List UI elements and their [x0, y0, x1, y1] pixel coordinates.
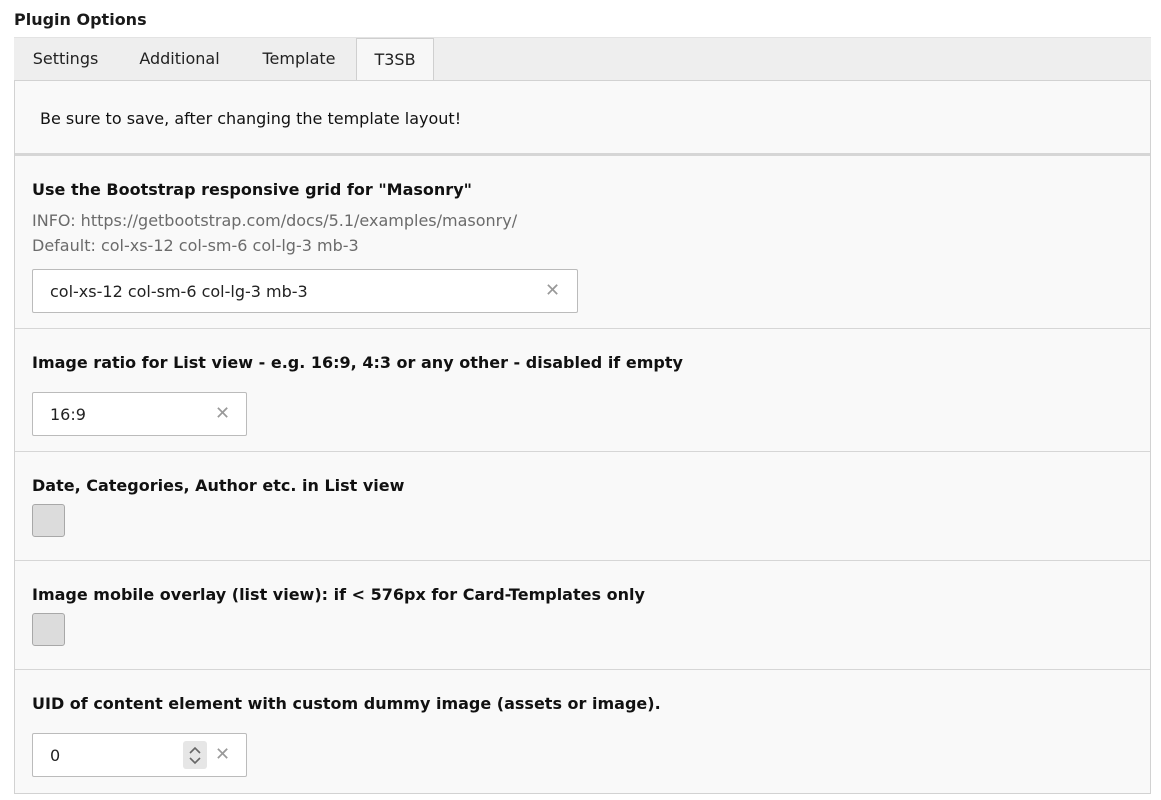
dummy-image-uid-label: UID of content element with custom dummy…: [32, 694, 661, 713]
image-ratio-input-value: 16:9: [50, 405, 86, 424]
tab-settings[interactable]: Settings: [14, 38, 117, 81]
chevron-down-icon[interactable]: [189, 757, 201, 765]
tab-template[interactable]: Template: [242, 38, 356, 81]
section-mobile-overlay: Image mobile overlay (list view): if < 5…: [15, 561, 1150, 670]
masonry-input[interactable]: col-xs-12 col-sm-6 col-lg-3 mb-3 ✕: [32, 269, 578, 313]
options-panel: Be sure to save, after changing the temp…: [14, 80, 1151, 794]
mobile-overlay-label: Image mobile overlay (list view): if < 5…: [32, 585, 645, 604]
clear-icon[interactable]: ✕: [215, 744, 230, 766]
section-image-ratio: Image ratio for List view - e.g. 16:9, 4…: [15, 329, 1150, 452]
chevron-up-icon[interactable]: [189, 746, 201, 754]
image-ratio-label: Image ratio for List view - e.g. 16:9, 4…: [32, 353, 683, 372]
masonry-label: Use the Bootstrap responsive grid for "M…: [32, 180, 472, 199]
image-ratio-input[interactable]: 16:9 ✕: [32, 392, 247, 436]
tab-bar: Settings Additional Template T3SB: [14, 37, 1151, 82]
section-dummy-image-uid: UID of content element with custom dummy…: [15, 670, 1150, 793]
dummy-image-uid-input[interactable]: 0 ✕: [32, 733, 247, 777]
masonry-info: INFO: https://getbootstrap.com/docs/5.1/…: [32, 211, 518, 230]
clear-icon[interactable]: ✕: [545, 280, 560, 302]
stepper-icon[interactable]: [183, 741, 207, 769]
mobile-overlay-checkbox[interactable]: [32, 613, 65, 646]
clear-icon[interactable]: ✕: [215, 403, 230, 425]
tab-additional[interactable]: Additional: [117, 38, 242, 81]
masonry-input-value: col-xs-12 col-sm-6 col-lg-3 mb-3: [50, 282, 308, 301]
page-title: Plugin Options: [14, 10, 147, 29]
list-meta-label: Date, Categories, Author etc. in List vi…: [32, 476, 405, 495]
tab-t3sb[interactable]: T3SB: [356, 38, 434, 82]
masonry-default: Default: col-xs-12 col-sm-6 col-lg-3 mb-…: [32, 236, 359, 255]
dummy-image-uid-value: 0: [50, 746, 61, 765]
save-notice: Be sure to save, after changing the temp…: [15, 81, 1150, 156]
section-list-meta: Date, Categories, Author etc. in List vi…: [15, 452, 1150, 561]
section-masonry: Use the Bootstrap responsive grid for "M…: [15, 156, 1150, 329]
save-notice-text: Be sure to save, after changing the temp…: [40, 109, 462, 128]
list-meta-checkbox[interactable]: [32, 504, 65, 537]
